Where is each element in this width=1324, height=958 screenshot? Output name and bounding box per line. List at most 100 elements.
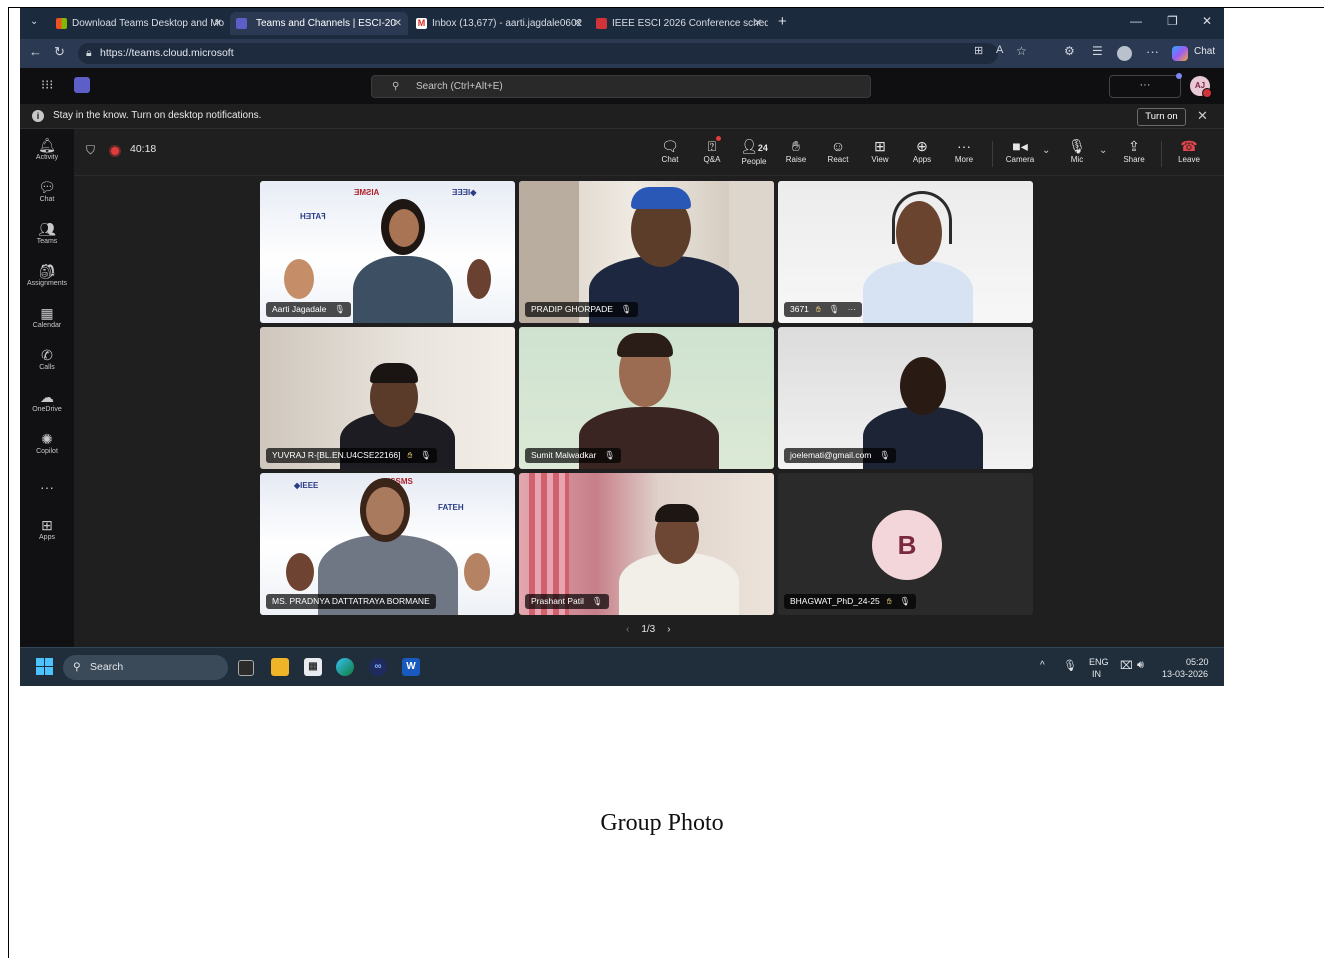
rail-item-chat[interactable]: 💬︎ Chat [20, 179, 74, 205]
participant-name-tag: Aarti Jagadale 🎙︎ [266, 302, 352, 317]
chat-button[interactable]: 🗨︎ Chat [650, 137, 690, 165]
mic-off-icon: 🎙︎ [334, 304, 346, 314]
refresh-icon[interactable]: ↻ [54, 44, 65, 60]
rail-item-more[interactable]: ··· [20, 479, 74, 495]
shield-icon[interactable]: ⛉ [86, 143, 95, 158]
more-button[interactable]: ··· More [944, 137, 984, 165]
apps-button[interactable]: ⊕ Apps [902, 137, 942, 165]
microphone-icon[interactable]: 🎙︎ [1063, 659, 1077, 672]
mic-button[interactable]: 🎙︎ Mic [1057, 137, 1097, 165]
language-label[interactable]: ENG [1089, 657, 1109, 667]
video-tile[interactable]: Prashant Patil 🎙︎ [519, 473, 774, 615]
chevron-up-icon[interactable]: ^ [1040, 660, 1045, 671]
url-field[interactable]: 🔒︎ https://teams.cloud.microsoft [78, 43, 998, 64]
video-tile[interactable]: ◆IEEE ISSMS FATEH MS. PRADNYA DATTATRAYA… [260, 473, 515, 615]
raise-hand-button[interactable]: ✋︎ Raise [776, 137, 816, 165]
windows-taskbar: ⚲ Search ▦ ∞ W ^ 🎙︎ ENG IN ⌧ 🔊︎ 05:20 13… [20, 647, 1224, 686]
browser-tab[interactable]: M Inbox (13,677) - aarti.jagdale0602 ✕ [410, 12, 588, 35]
taskbar-search-label: Search [90, 661, 124, 673]
taskbar-search[interactable]: ⚲ Search [63, 655, 228, 680]
close-icon[interactable]: ✕ [574, 12, 582, 35]
video-tile[interactable]: 3671 ✋︎ 🎙︎ ··· [778, 181, 1033, 323]
rail-item-apps[interactable]: ⊞ Apps [20, 517, 74, 543]
chevron-right-icon[interactable]: › [667, 624, 670, 635]
meeting-app-icon[interactable]: ∞ [369, 658, 387, 676]
rail-item-assignments[interactable]: 🎒︎ Assignments [20, 263, 74, 289]
more-icon[interactable]: ··· [848, 304, 857, 314]
favorites-icon[interactable]: ☰ [1092, 44, 1103, 58]
close-icon[interactable]: ✕ [214, 12, 222, 35]
react-button[interactable]: ☺ React [818, 137, 858, 165]
video-tile[interactable]: ƎMƧIA HƎTAꟻ ƎƎƎI◆ Aarti Jagadale 🎙︎ [260, 181, 515, 323]
edge-icon[interactable] [336, 658, 354, 676]
hand-raised-icon: ✋︎ [815, 304, 821, 314]
rail-item-teams[interactable]: 👥︎ Teams [20, 221, 74, 247]
clock-time[interactable]: 05:20 [1186, 657, 1209, 667]
video-tile[interactable]: PRADIP GHORPADE 🎙︎ [519, 181, 774, 323]
settings-more-button[interactable]: ··· [1109, 73, 1182, 98]
participant-name: Prashant Patil [531, 596, 584, 606]
people-icon: 👤︎ [740, 138, 758, 154]
new-tab-button[interactable]: + [778, 13, 787, 30]
video-tile[interactable]: Sumit Malwadkar 🎙︎ [519, 327, 774, 469]
close-icon[interactable]: ✕ [394, 12, 402, 35]
file-explorer-icon[interactable] [271, 658, 289, 676]
rail-item-copilot[interactable]: ✺ Copilot [20, 431, 74, 457]
settings-more-icon[interactable]: ··· [1146, 44, 1159, 59]
app-launcher-icon[interactable]: ⁝⁝⁝ [41, 77, 53, 93]
read-aloud-icon[interactable]: A [996, 44, 1003, 56]
ctl-label: Q&A [703, 155, 721, 164]
close-window-button[interactable]: ✕ [1202, 14, 1212, 28]
notification-dot [1176, 73, 1182, 79]
back-icon[interactable]: ← [29, 44, 42, 59]
ctl-label: Raise [785, 155, 807, 164]
chevron-down-icon[interactable]: ⌄ [1099, 145, 1107, 156]
immersive-reader-icon[interactable]: ⊞ [974, 44, 983, 57]
video-tile[interactable]: YUVRAJ R-[BL.EN.U4CSE22166] ✋︎ 🎙︎ [260, 327, 515, 469]
info-icon: i [32, 110, 44, 122]
people-button[interactable]: 👤︎24 People [734, 137, 774, 167]
copilot-chat-label[interactable]: Chat [1194, 46, 1215, 57]
teams-search-input[interactable]: ⚲ Search (Ctrl+Alt+E) [371, 75, 871, 98]
tab-label: Teams and Channels | ESCI-20 [256, 18, 396, 29]
qa-button[interactable]: ⍰ Q&A [692, 136, 732, 165]
video-tile[interactable]: joelemati@gmail.com 🎙︎ [778, 327, 1033, 469]
view-button[interactable]: ⊞ View [860, 137, 900, 165]
minimize-button[interactable]: — [1130, 14, 1142, 28]
person-silhouette [366, 487, 404, 535]
leave-button[interactable]: ☎︎ Leave [1169, 137, 1209, 165]
profile-icon[interactable] [1117, 46, 1132, 61]
volume-icon[interactable]: 🔊︎ [1137, 659, 1144, 672]
user-avatar[interactable]: AJ [1190, 76, 1212, 98]
share-button[interactable]: ⇪ Share [1114, 137, 1154, 165]
network-icon[interactable]: ⌧ [1120, 659, 1133, 672]
browser-tab[interactable]: Teams and Channels | ESCI-20 ✕ [230, 12, 408, 35]
browser-tab[interactable]: IEEE ESCI 2026 Conference schedu ✕ [590, 12, 768, 35]
chevron-left-icon[interactable]: ‹ [626, 624, 629, 635]
chevron-down-icon[interactable]: ⌄ [1042, 145, 1050, 156]
windows-start-icon[interactable] [36, 658, 53, 675]
rail-item-calendar[interactable]: ▦ Calendar [20, 305, 74, 331]
turn-on-button[interactable]: Turn on [1137, 108, 1186, 126]
favorite-star-icon[interactable]: ☆ [1016, 44, 1027, 58]
tab-actions-icon[interactable]: ⌄ [30, 16, 38, 27]
store-icon[interactable]: ▦ [304, 658, 322, 676]
task-view-icon[interactable] [238, 660, 254, 676]
rail-item-activity[interactable]: 🔔︎ Activity [20, 137, 74, 163]
participant-name-tag: Prashant Patil 🎙︎ [525, 594, 609, 609]
extensions-icon[interactable]: ⚙ [1064, 44, 1075, 58]
video-tile[interactable]: B BHAGWAT_PhD_24-25 ✋︎ 🎙︎ [778, 473, 1033, 615]
browser-tab[interactable]: Download Teams Desktop and Mo ✕ [50, 12, 228, 35]
camera-button[interactable]: ■◂ Camera [1000, 137, 1040, 165]
close-icon[interactable]: ✕ [754, 12, 762, 35]
word-icon[interactable]: W [402, 658, 420, 676]
rail-item-calls[interactable]: ✆ Calls [20, 347, 74, 373]
ctl-label: Camera [1005, 155, 1035, 164]
rail-item-onedrive[interactable]: ☁︎ OneDrive [20, 389, 74, 415]
copilot-icon: ✺ [41, 431, 53, 447]
copilot-icon[interactable] [1172, 46, 1188, 61]
restore-button[interactable]: ❐ [1167, 14, 1178, 28]
close-icon[interactable]: ✕ [1197, 104, 1208, 128]
participant-name: 3671 [790, 304, 809, 314]
participant-name-tag: 3671 ✋︎ 🎙︎ ··· [784, 302, 863, 317]
